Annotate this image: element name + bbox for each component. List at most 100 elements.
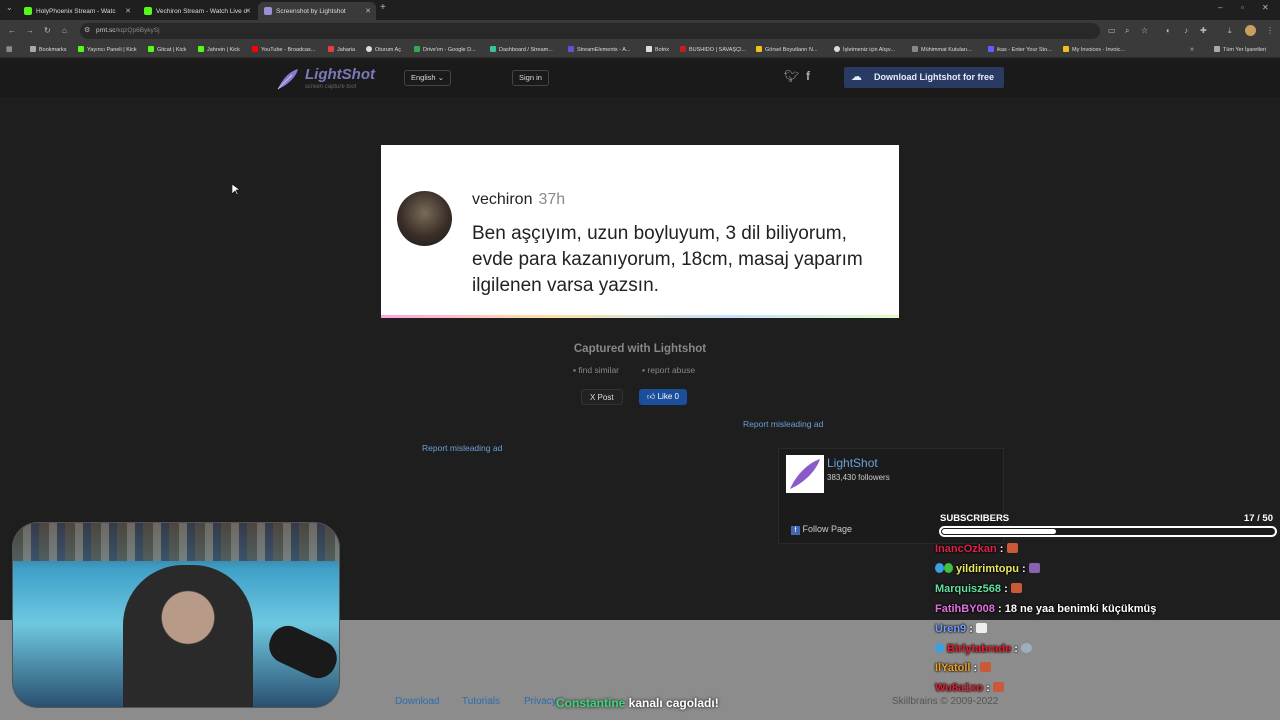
bookmark-item[interactable]: Jahrein | Kick xyxy=(198,42,240,58)
bookmark-item[interactable]: Dashboard / Stream... xyxy=(490,42,553,58)
url-input[interactable]: ⚙ prnt.sc/kqzQp6BykySj xyxy=(80,23,1100,39)
bookmark-item[interactable]: Bookmarks xyxy=(30,42,67,58)
avatar xyxy=(397,191,452,246)
subscribers-count: 17 / 50 xyxy=(1243,513,1273,524)
maximize-icon[interactable]: ▫ xyxy=(1241,0,1244,19)
zoom-icon[interactable]: ⌕ xyxy=(1125,20,1129,42)
bookmark-item[interactable]: YouTube - Broadcas... xyxy=(252,42,315,58)
apps-grid-icon[interactable]: ▦ xyxy=(6,42,13,58)
download-label: Download Lightshot for free xyxy=(874,72,994,82)
report-misleading-ad-link[interactable]: Report misleading ad xyxy=(422,443,502,453)
tab-1[interactable]: HolyPhoenix Stream - Watc ✕ xyxy=(18,2,136,20)
streamelements-icon xyxy=(568,46,574,52)
extension-icon[interactable]: ◐ xyxy=(1166,20,1171,42)
close-icon[interactable]: ✕ xyxy=(365,7,371,15)
chat-user: Wu8a1xo xyxy=(935,682,984,694)
bookmark-item[interactable]: My Invoices - Invoic... xyxy=(1063,42,1125,58)
flag-icon: ▪ xyxy=(642,365,646,375)
chat-user: Birlytabrade xyxy=(947,643,1012,655)
bookmarks-bar: ▦ Bookmarks Yayıncı Paneli | Kick Gitcat… xyxy=(0,42,1280,58)
subscribers-progress-fill xyxy=(942,529,1056,534)
cast-icon[interactable]: ▭ xyxy=(1108,20,1116,42)
emote-icon xyxy=(975,623,987,633)
bookmark-item[interactable]: Drive'ım - Google D... xyxy=(414,42,476,58)
more-bookmarks-icon[interactable]: » xyxy=(1190,42,1194,58)
raid-alert-banner: Constantine kanalı cagoladı! xyxy=(556,696,719,710)
image-tool-icon xyxy=(756,46,762,52)
footer-download-link[interactable]: Download xyxy=(395,696,439,707)
background-shelf xyxy=(13,523,339,561)
emote-icon xyxy=(992,682,1004,692)
chat-message: IlYatoll : xyxy=(935,662,992,674)
lightshot-favicon-icon xyxy=(264,7,272,15)
bookmark-item[interactable]: ikas - Enter Your Sto... xyxy=(988,42,1052,58)
bookmark-item[interactable]: StreamElements - A... xyxy=(568,42,631,58)
menu-dots-icon[interactable]: ⋮ xyxy=(1266,20,1274,42)
footer-tutorials-link[interactable]: Tutorials xyxy=(462,696,500,707)
badge-icon xyxy=(935,563,944,573)
signin-button[interactable]: Sign in xyxy=(512,70,549,86)
window-close-icon[interactable]: ✕ xyxy=(1262,0,1269,19)
download-icon[interactable]: ⤓ xyxy=(1228,20,1232,42)
home-icon[interactable]: ⌂ xyxy=(62,20,67,42)
bushido-icon xyxy=(680,46,686,52)
report-abuse-link[interactable]: ▪ report abuse xyxy=(642,365,695,375)
fb-page-name[interactable]: LightShot xyxy=(827,456,878,470)
lightshot-logo-text[interactable]: LightShot xyxy=(305,66,375,83)
chat-message: yildirimtopu : xyxy=(935,563,1040,575)
footer-copyright: Skillbrains © 2009-2022 xyxy=(892,696,999,707)
chat-user: Uren9 xyxy=(935,623,967,635)
facebook-icon[interactable]: f xyxy=(806,69,810,83)
language-select[interactable]: English ⌄ xyxy=(404,70,451,86)
star-bookmark-icon[interactable]: ☆ xyxy=(1141,20,1148,42)
screenshot-image[interactable]: vechiron 37h Ben aşçıyım, uzun boyluyum, … xyxy=(381,145,899,318)
bookmark-item[interactable]: Yayıncı Paneli | Kick xyxy=(78,42,137,58)
minimize-icon[interactable]: – xyxy=(1218,0,1222,19)
back-arrow-icon[interactable]: ← xyxy=(8,20,16,42)
twitter-icon[interactable]: 🐦︎ xyxy=(784,69,799,83)
botrix-icon xyxy=(646,46,652,52)
subscribers-label: SUBSCRIBERS xyxy=(940,513,1010,524)
badge-icon xyxy=(935,643,944,653)
google-drive-icon xyxy=(414,46,420,52)
bookmark-item[interactable]: Jaharia xyxy=(328,42,355,58)
google-icon xyxy=(834,46,840,52)
tab-title: HolyPhoenix Stream - Watc xyxy=(36,7,116,15)
new-tab-plus-icon[interactable]: + xyxy=(380,0,386,19)
bookmark-item[interactable]: Botrix xyxy=(646,42,669,58)
bookmark-item[interactable]: BUSHIDO | SAVAŞÇI... xyxy=(680,42,746,58)
bookmark-item[interactable]: Mühimmat Kutuları... xyxy=(912,42,972,58)
bookmark-item[interactable]: İşletmeniz için Alışv... xyxy=(834,42,895,58)
close-icon[interactable]: ✕ xyxy=(245,7,251,15)
tab-2[interactable]: Vechiron Stream - Watch Live o ✕ xyxy=(138,2,256,20)
all-bookmarks-folder[interactable]: Tüm Yer İşaretleri xyxy=(1214,42,1266,58)
site-info-icon[interactable]: ⚙ xyxy=(84,23,90,39)
media-icon[interactable]: ♪ xyxy=(1184,20,1188,42)
fb-like-button[interactable]: 👍︎ Like 0 xyxy=(639,389,687,405)
kick-icon xyxy=(148,46,154,52)
report-misleading-ad-link[interactable]: Report misleading ad xyxy=(743,419,823,429)
footer-privacy-link[interactable]: Privacy xyxy=(524,696,557,707)
lightshot-page-logo-icon[interactable] xyxy=(786,455,824,493)
bookmark-item[interactable]: Oturum Aç xyxy=(366,42,401,58)
chat-message: Wu8a1xo : xyxy=(935,682,1004,694)
tab-search-icon[interactable]: ⌄ xyxy=(6,0,13,19)
follow-page-button[interactable]: f Follow Page xyxy=(791,524,852,535)
reload-icon[interactable]: ↻ xyxy=(44,20,51,42)
bookmark-item[interactable]: Gitcat | Kick xyxy=(148,42,186,58)
tab-3-active[interactable]: Screenshot by Lightshot ✕ xyxy=(258,2,376,20)
emote-icon xyxy=(1021,643,1032,653)
chat-user: IlYatoll xyxy=(935,662,971,674)
bookmark-item[interactable]: Görsel Boyutlanrı N... xyxy=(756,42,818,58)
forward-arrow-icon[interactable]: → xyxy=(26,20,34,42)
chat-message: Marquisz568 : xyxy=(935,583,1022,595)
x-post-button[interactable]: X Post xyxy=(581,389,623,405)
find-similar-link[interactable]: ▪ find similar xyxy=(573,365,619,375)
download-lightshot-button[interactable]: ☁ Download Lightshot for free xyxy=(844,67,1004,88)
subscribers-goal-header: SUBSCRIBERS 17 / 50 xyxy=(940,513,1273,524)
alert-text: kanalı cagoladı! xyxy=(625,696,719,710)
puzzle-icon[interactable]: ✚ xyxy=(1200,20,1207,42)
close-icon[interactable]: ✕ xyxy=(125,7,131,15)
profile-avatar[interactable] xyxy=(1245,25,1256,36)
mouse-cursor-icon xyxy=(232,184,240,196)
